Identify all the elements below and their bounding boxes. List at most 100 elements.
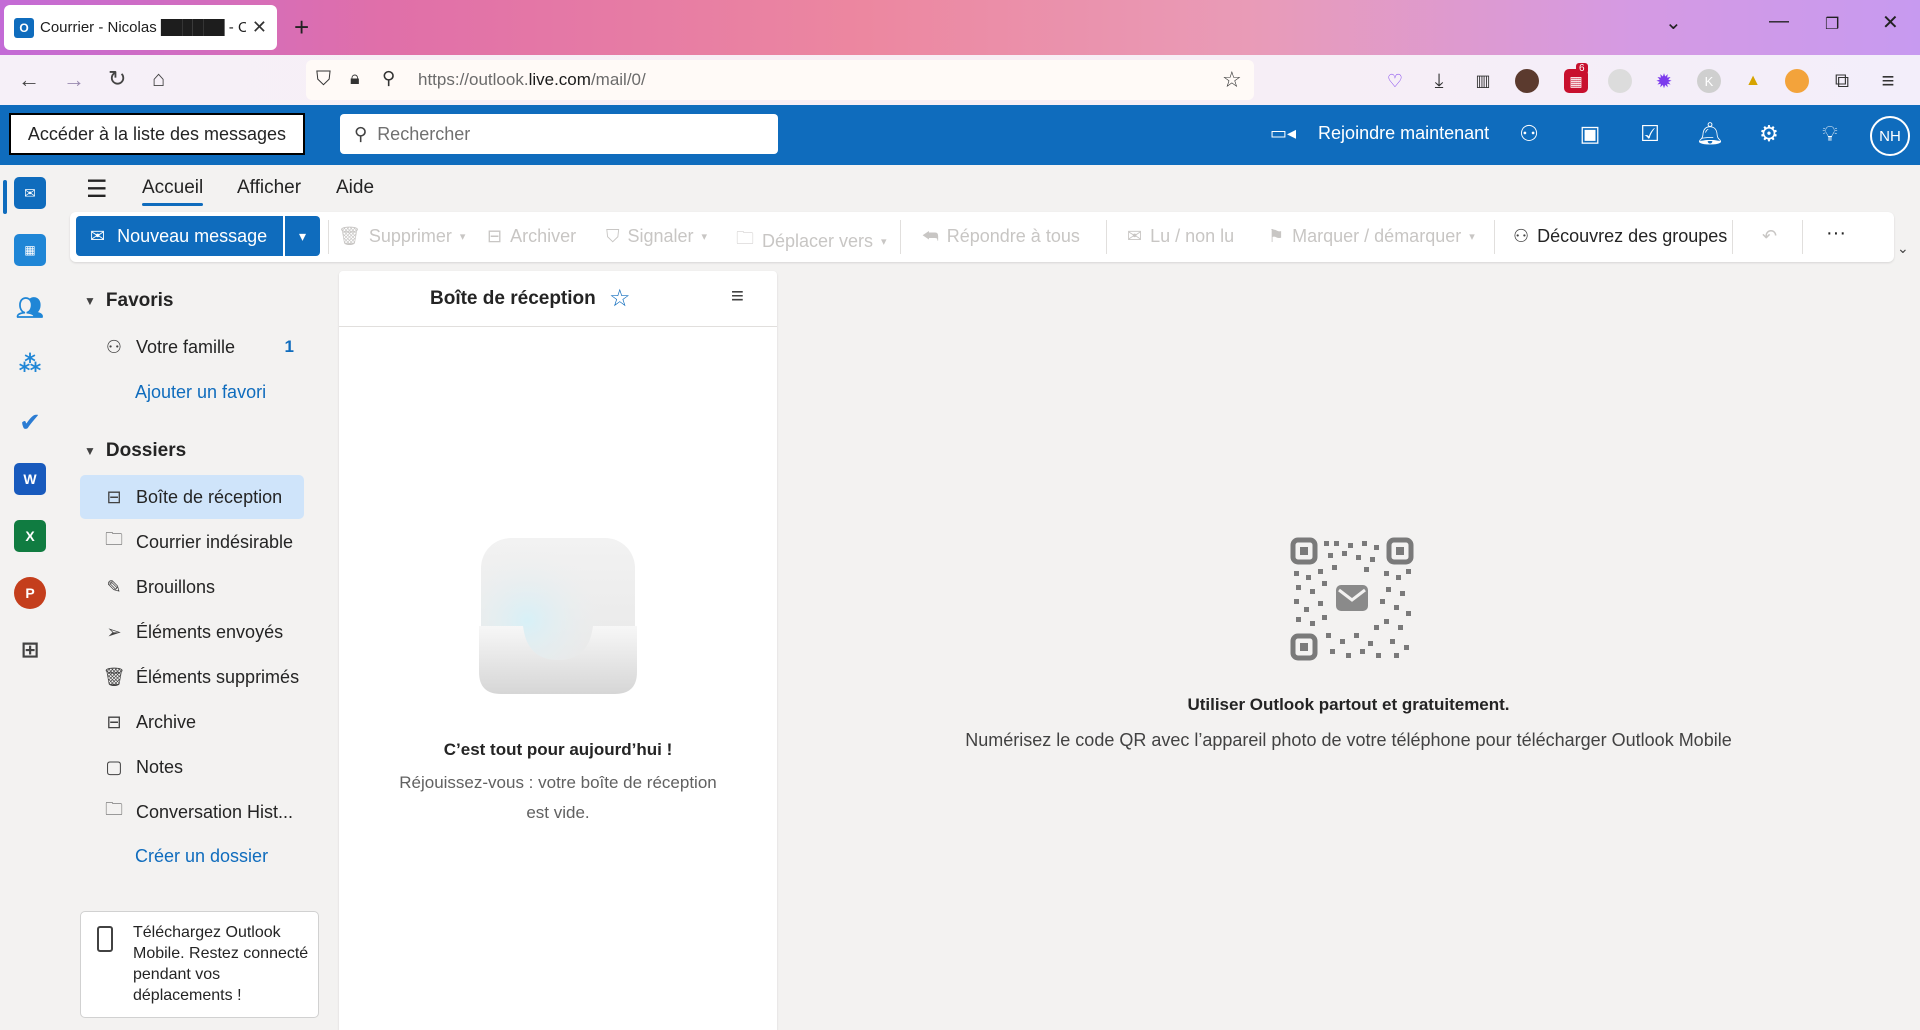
favorite-item-votre-famille[interactable]: ⚇ Votre famille 1 xyxy=(80,325,304,369)
folder-archive[interactable]: ⊟ Archive xyxy=(80,700,304,744)
folder-notes[interactable]: ▢ Notes xyxy=(80,745,304,789)
chevron-down-icon: ▾ xyxy=(459,231,466,243)
powerpoint-app-icon[interactable]: P xyxy=(14,577,46,609)
extension-flame-icon[interactable]: ▲ xyxy=(1741,69,1765,93)
permissions-icon[interactable]: ⚲ xyxy=(382,68,395,89)
pocket-icon[interactable]: ♡ xyxy=(1383,69,1407,93)
folder-inbox[interactable]: ⊟ Boîte de réception xyxy=(80,475,304,519)
extension-k-icon[interactable]: K xyxy=(1697,69,1721,93)
read-unread-button[interactable]: ✉ Lu / non lu xyxy=(1127,226,1234,247)
shield-icon[interactable]: ⛉ xyxy=(316,68,331,91)
folder-sent[interactable]: ➢ Éléments envoyés xyxy=(80,610,304,654)
delete-label: Supprimer xyxy=(368,226,452,246)
settings-gear-icon[interactable]: ⚙ xyxy=(1754,119,1784,149)
reading-pane: Utiliser Outlook partout et gratuitement… xyxy=(777,271,1920,1030)
minimize-icon[interactable]: — xyxy=(1769,10,1789,33)
reader-view-icon[interactable]: ▥ xyxy=(1471,69,1495,93)
move-to-label: Déplacer vers xyxy=(762,230,874,251)
address-bar[interactable]: ⛉ 🔒︎ ⚲ https://outlook.live.com/mail/0/ … xyxy=(306,60,1254,100)
ribbon-divider xyxy=(1802,220,1803,254)
folders-header[interactable]: ▼ Dossiers xyxy=(84,440,186,462)
folder-junk[interactable]: 🗀 Courrier indésirable xyxy=(80,520,304,564)
avatar[interactable]: NH xyxy=(1870,116,1910,156)
more-apps-icon[interactable]: ⊞ xyxy=(14,634,46,666)
groups-icon: ⚇ xyxy=(1513,226,1530,246)
tab-aide[interactable]: Aide xyxy=(336,177,374,199)
notifications-bell-icon[interactable]: 🔔︎ xyxy=(1695,119,1725,149)
home-icon[interactable]: ⌂ xyxy=(152,66,165,92)
restore-icon[interactable]: ❐ xyxy=(1825,14,1839,34)
window-close-icon[interactable]: ✕ xyxy=(1882,10,1899,35)
extensions-puzzle-icon[interactable]: ⧉ xyxy=(1830,69,1854,93)
create-folder-link[interactable]: Créer un dossier xyxy=(135,846,268,867)
move-to-button[interactable]: 🗀 Déplacer vers ▾ xyxy=(736,226,887,256)
qr-code-image xyxy=(1290,537,1414,661)
read-unread-label: Lu / non lu xyxy=(1150,226,1235,246)
search-icon: ⚲ xyxy=(354,123,368,144)
folder-move-icon: 🗀 xyxy=(736,228,754,248)
extension-profile-icon[interactable] xyxy=(1515,69,1539,93)
extension-gear-icon[interactable]: ✹ xyxy=(1652,69,1676,93)
ribbon-divider xyxy=(1494,220,1495,254)
join-meeting-button[interactable]: ▭◂ Rejoindre maintenant xyxy=(1270,123,1489,144)
browser-tab-outlook[interactable]: O Courrier - Nicolas ██████ - Outl ✕ xyxy=(4,5,277,50)
tab-accueil[interactable]: Accueil xyxy=(142,177,204,206)
word-app-icon[interactable]: W xyxy=(14,463,46,495)
add-favorite-link[interactable]: Ajouter un favori xyxy=(135,382,266,403)
extension-fox-icon[interactable] xyxy=(1785,69,1809,93)
discover-groups-label: Découvrez des groupes xyxy=(1537,226,1728,246)
mail-app-icon[interactable]: ✉ xyxy=(14,177,46,209)
outlook-mobile-promo[interactable]: Téléchargez Outlook Mobile. Restez conne… xyxy=(80,911,319,1018)
skip-to-message-list-button[interactable]: Accéder à la liste des messages xyxy=(9,113,305,155)
search-input[interactable]: ⚲ Rechercher xyxy=(340,114,778,154)
people-app-icon[interactable]: 👥︎ xyxy=(14,292,46,324)
downloads-icon[interactable]: ⤓ xyxy=(1427,69,1451,93)
close-tab-icon[interactable]: ✕ xyxy=(252,17,267,38)
archive-button[interactable]: ⊟ Archiver xyxy=(487,226,576,247)
tips-lightbulb-icon[interactable]: 💡︎ xyxy=(1815,119,1845,149)
groups-app-icon[interactable]: ⁂ xyxy=(14,348,46,380)
calendar-app-icon[interactable]: ▦ xyxy=(14,234,46,266)
filter-icon[interactable]: ≡ xyxy=(731,283,744,309)
folder-label: Boîte de réception xyxy=(136,486,283,507)
discover-groups-button[interactable]: ⚇ Découvrez des groupes xyxy=(1513,226,1727,247)
reply-all-button[interactable]: ⮪ Répondre à tous xyxy=(922,226,1080,247)
bookmark-star-icon[interactable]: ☆ xyxy=(1222,67,1242,93)
extension-gray-icon[interactable] xyxy=(1608,69,1632,93)
new-message-dropdown[interactable]: ▾ xyxy=(285,216,320,256)
expand-ribbon-chevron-icon[interactable]: ⌄ xyxy=(1897,240,1909,257)
my-day-icon[interactable]: ☑ xyxy=(1635,119,1665,149)
folder-conversation-history[interactable]: 🗀 Conversation Hist... xyxy=(80,790,304,834)
undo-button[interactable]: ↶ xyxy=(1762,226,1777,247)
tab-title: Courrier - Nicolas ██████ - Outl xyxy=(40,19,246,36)
favorite-star-icon[interactable]: ☆ xyxy=(609,284,631,313)
back-icon[interactable]: ← xyxy=(18,67,40,93)
teams-icon[interactable]: ⚇ xyxy=(1514,119,1544,149)
hamburger-menu-icon[interactable]: ☰ xyxy=(86,175,108,204)
forward-icon[interactable]: → xyxy=(63,67,85,93)
report-button[interactable]: ⛉ Signaler ▾ xyxy=(606,226,707,247)
extension-badge: 6 xyxy=(1576,63,1588,74)
folder-drafts[interactable]: ✎ Brouillons xyxy=(80,565,304,609)
folder-deleted[interactable]: 🗑︎ Éléments supprimés xyxy=(80,655,304,699)
new-message-button[interactable]: ✉ Nouveau message xyxy=(76,216,283,256)
url-text[interactable]: https://outlook.live.com/mail/0/ xyxy=(418,70,646,90)
excel-app-icon[interactable]: X xyxy=(14,520,46,552)
more-actions-button[interactable]: ··· xyxy=(1826,222,1846,245)
chevron-down-icon: ▾ xyxy=(701,231,708,243)
outlook-header: Accéder à la liste des messages ⚲ Recher… xyxy=(0,105,1920,165)
tab-list-chevron-icon[interactable]: ⌄ xyxy=(1665,10,1682,35)
menu-icon[interactable]: ≡ xyxy=(1876,68,1900,93)
onenote-icon[interactable]: ▣ xyxy=(1575,119,1605,149)
todo-app-icon[interactable]: ✔ xyxy=(14,406,46,438)
delete-button[interactable]: 🗑︎ Supprimer ▾ xyxy=(338,226,465,247)
flag-button[interactable]: ⚑ Marquer / démarquer ▾ xyxy=(1268,226,1475,247)
trash-icon: 🗑︎ xyxy=(102,666,126,687)
lock-icon[interactable]: 🔒︎ xyxy=(350,68,360,89)
reload-icon[interactable]: ↻ xyxy=(108,66,126,92)
folder-label: Éléments supprimés xyxy=(136,666,300,687)
new-tab-icon[interactable]: + xyxy=(294,12,309,43)
tab-afficher[interactable]: Afficher xyxy=(237,177,301,199)
compose-mail-icon: ✉ xyxy=(90,225,106,246)
favorites-header[interactable]: ▼ Favoris xyxy=(84,290,173,312)
